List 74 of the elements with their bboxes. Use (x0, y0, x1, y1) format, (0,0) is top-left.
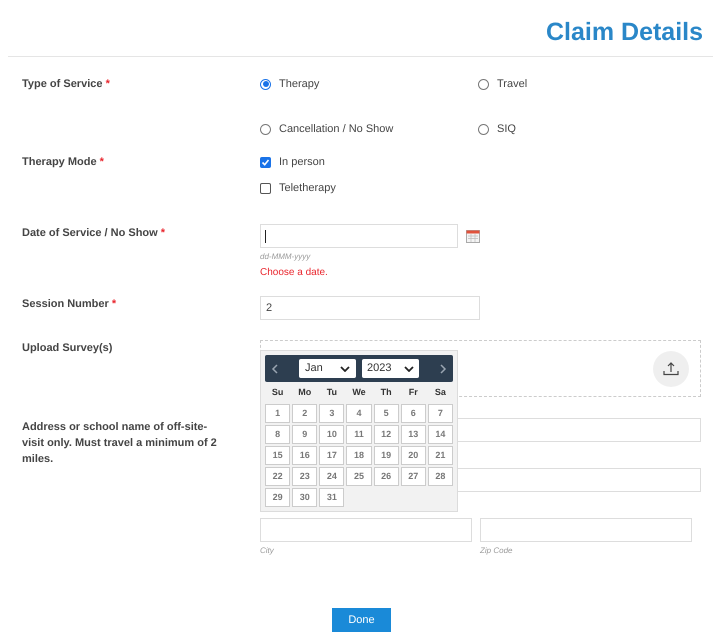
day-button[interactable]: 5 (374, 404, 399, 423)
checkbox[interactable] (260, 182, 271, 194)
page-title: Claim Details (546, 17, 703, 48)
weekday-label: Th (380, 386, 393, 400)
upload-icon[interactable] (653, 350, 689, 386)
day-button[interactable]: 23 (292, 467, 318, 486)
day-button[interactable]: 12 (374, 425, 399, 444)
day-button[interactable]: 19 (374, 446, 399, 465)
option-label: Cancellation / No Show (279, 122, 394, 138)
option-label: SIQ (497, 122, 516, 138)
day-button[interactable]: 13 (400, 425, 426, 444)
day-button[interactable]: 20 (400, 446, 426, 465)
day-button[interactable]: 31 (319, 488, 344, 507)
day-button[interactable]: 25 (346, 467, 372, 486)
option-label: In person (279, 154, 325, 170)
radio-button[interactable] (478, 78, 489, 90)
day-button[interactable]: 18 (346, 446, 372, 465)
radio-button[interactable] (478, 124, 489, 135)
zip-code-caption: Zip Code (480, 545, 514, 557)
day-button[interactable]: 17 (319, 446, 344, 465)
day-button[interactable]: 21 (428, 446, 453, 465)
weekday-label: Tu (326, 386, 338, 400)
day-button[interactable]: 24 (319, 467, 344, 486)
chevron-left-icon[interactable] (271, 364, 279, 374)
weekday-label: Fr (408, 386, 419, 400)
field-label: Type of Service * (22, 77, 111, 92)
checkbox[interactable] (260, 156, 271, 168)
option-label: Teletherapy (279, 180, 336, 196)
month-select[interactable]: Jan (299, 359, 356, 378)
radio-button[interactable] (260, 124, 271, 135)
day-button[interactable]: 9 (292, 425, 318, 444)
zip-code-field[interactable] (480, 518, 692, 542)
date-format-hint: dd-MMM-yyyy (260, 251, 312, 263)
error-message: Choose a date. (260, 266, 329, 280)
weekday-label: Su (270, 386, 284, 400)
date-input-field[interactable] (260, 224, 458, 248)
field-label: Therapy Mode * (22, 155, 105, 170)
day-button[interactable]: 26 (374, 467, 399, 486)
day-button[interactable]: 3 (319, 404, 344, 423)
day-button[interactable]: 22 (265, 467, 290, 486)
year-select[interactable]: 2023 (362, 359, 419, 378)
session-number-field[interactable]: 2 (260, 296, 480, 320)
day-button[interactable]: 14 (428, 425, 453, 444)
day-button[interactable]: 11 (346, 425, 372, 444)
day-button[interactable]: 30 (292, 488, 318, 507)
field-label: Date of Service / No Show * (22, 226, 166, 241)
chevron-down-icon (340, 366, 350, 372)
day-button[interactable]: 2 (292, 404, 318, 423)
weekday-label: We (351, 386, 367, 400)
day-button[interactable]: 16 (292, 446, 318, 465)
day-button[interactable]: 8 (265, 425, 290, 444)
city-field[interactable] (260, 518, 472, 542)
day-button[interactable]: 1 (265, 404, 290, 423)
day-button[interactable]: 7 (428, 404, 453, 423)
day-button[interactable]: 10 (319, 425, 344, 444)
weekday-label: Sa (434, 386, 447, 400)
field-label: Address or school name of off-site-visit only. Must travel a minimum of 2 miles. (22, 420, 218, 467)
city-caption: City (260, 545, 275, 557)
option-label: Travel (497, 76, 528, 92)
day-button[interactable]: 4 (346, 404, 372, 423)
done-button[interactable]: Done (332, 608, 391, 632)
day-button[interactable]: 29 (265, 488, 290, 507)
day-button[interactable]: 28 (428, 467, 453, 486)
calendar-icon[interactable] (466, 230, 480, 242)
field-label: Session Number * (22, 297, 118, 312)
day-button[interactable]: 6 (400, 404, 426, 423)
option-label: Therapy (279, 76, 320, 92)
weekday-label: Mo (297, 386, 312, 400)
day-button[interactable]: 27 (400, 467, 426, 486)
chevron-down-icon (404, 366, 414, 372)
chevron-right-icon[interactable] (439, 364, 447, 374)
field-label: Upload Survey(s) (22, 341, 114, 356)
radio-button[interactable] (260, 78, 271, 90)
day-button[interactable]: 15 (265, 446, 290, 465)
